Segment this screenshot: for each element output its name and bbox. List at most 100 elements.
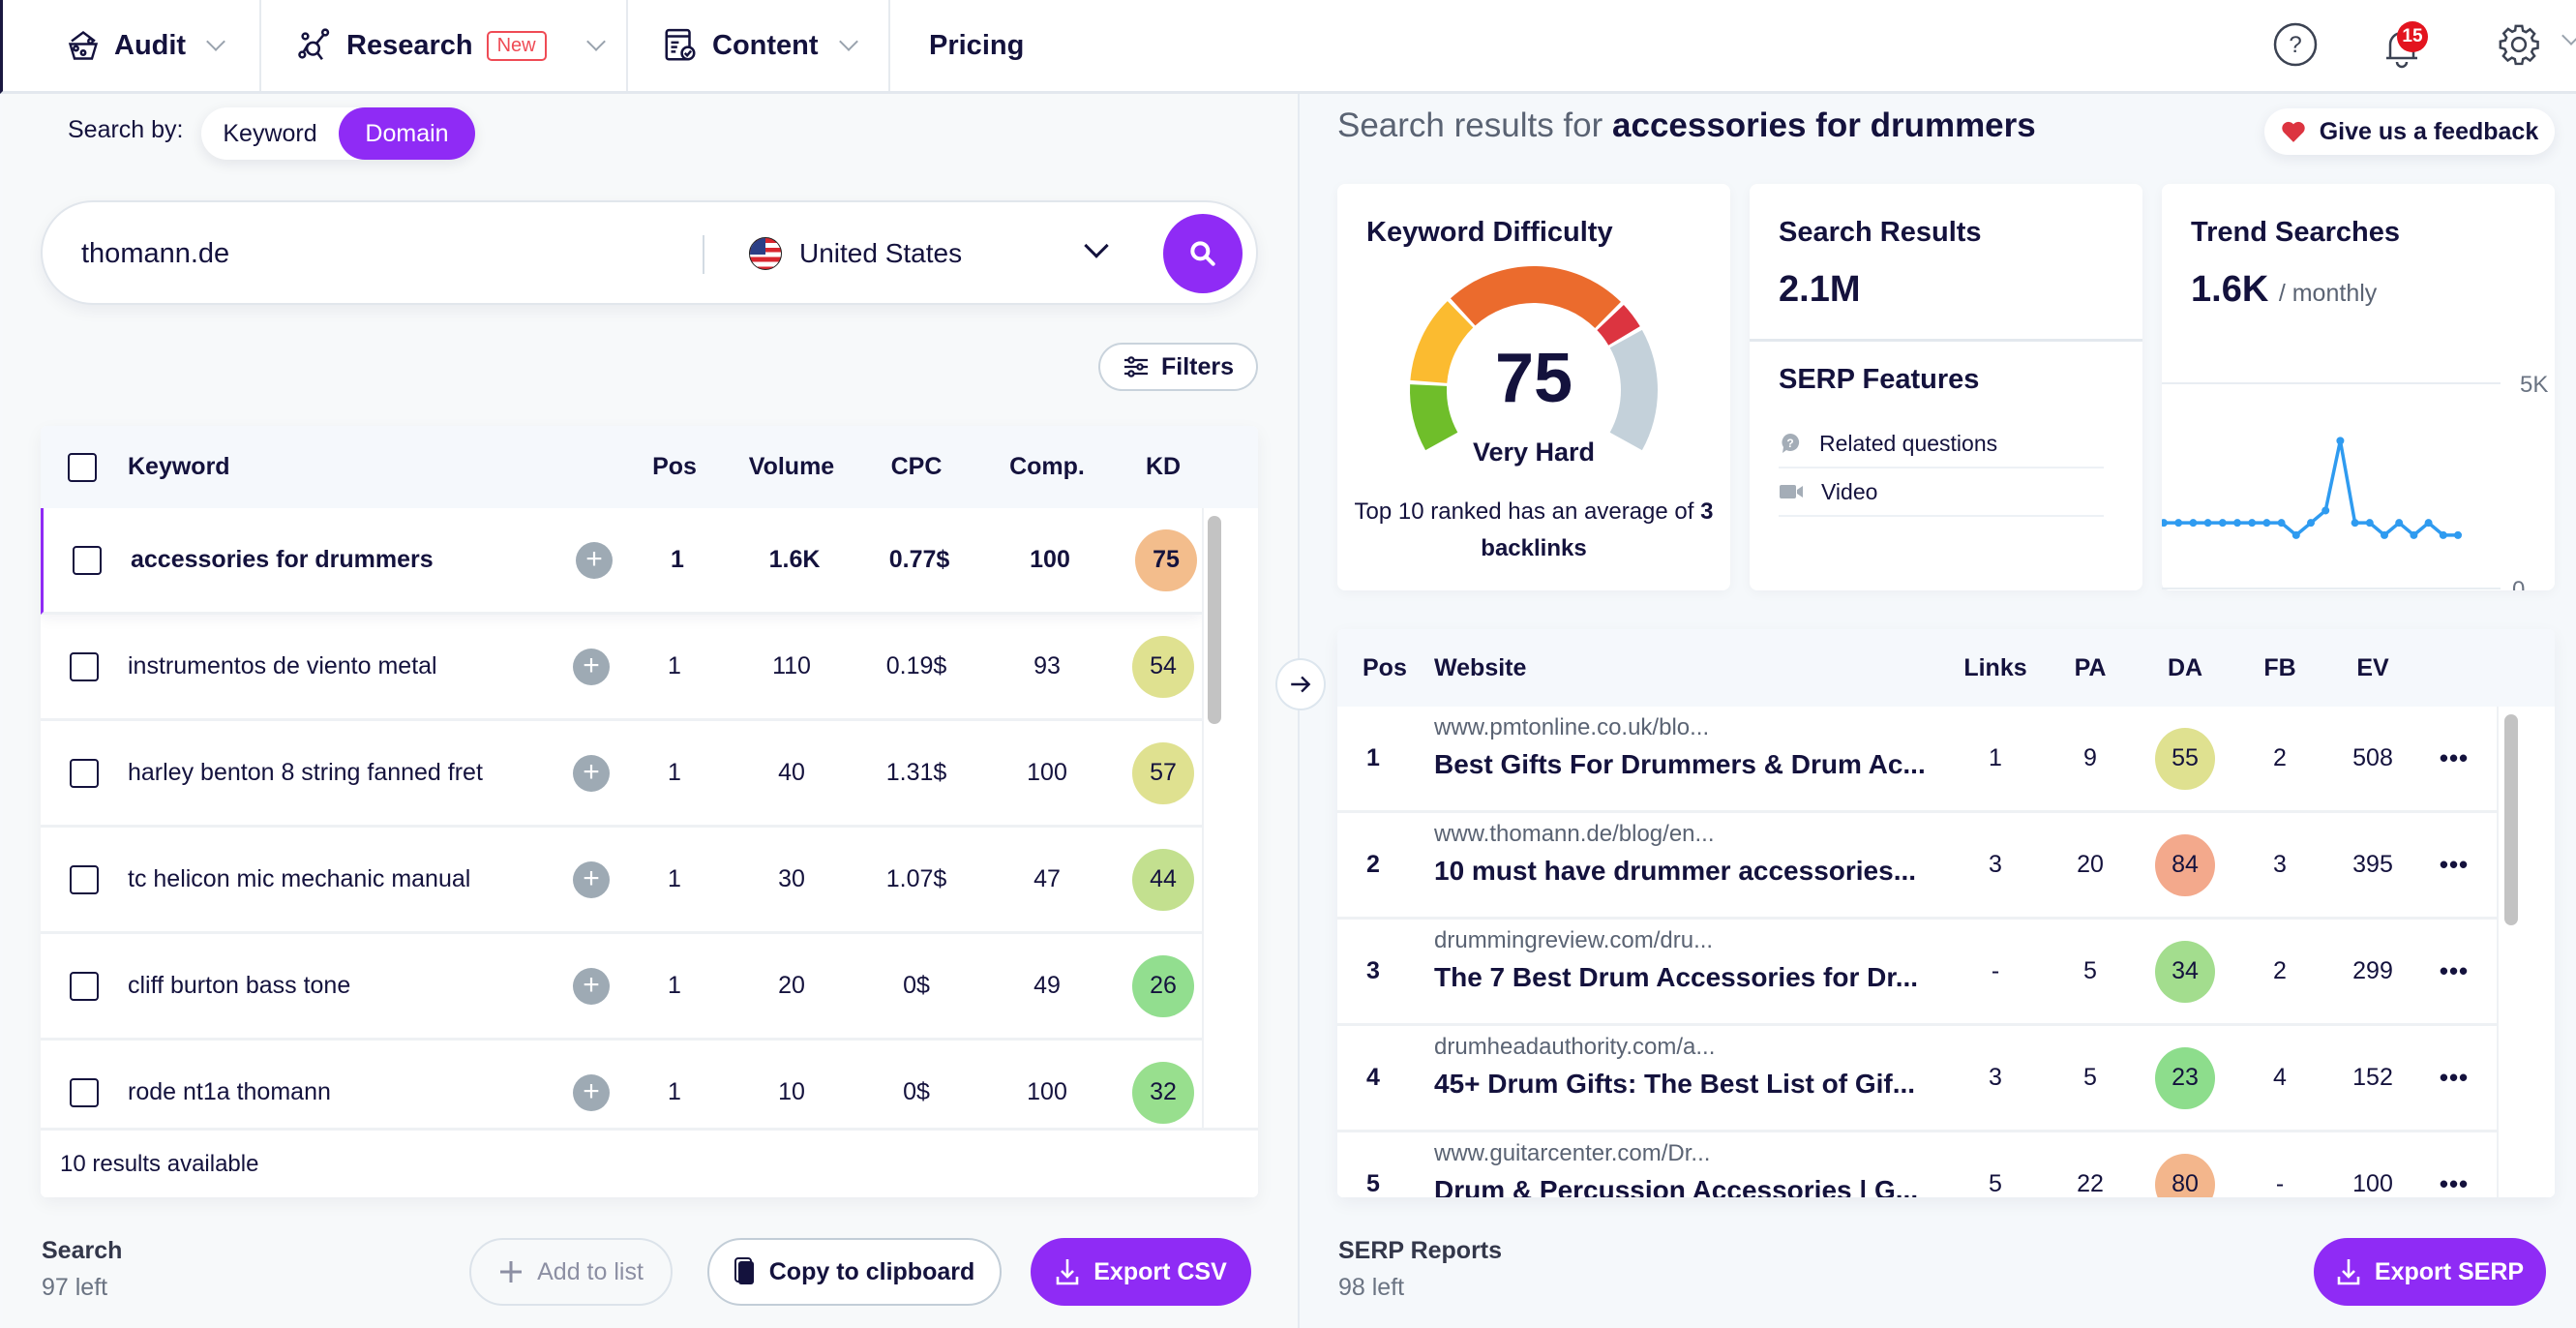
copy-to-clipboard-button[interactable]: Copy to clipboard [707, 1238, 1002, 1306]
trend-point [2203, 519, 2212, 528]
nav-research[interactable]: Research New [296, 0, 606, 91]
serp-title-link[interactable]: Best Gifts For Drummers & Drum Ac... [1434, 749, 1937, 780]
table-header: Keyword Pos Volume CPC Comp. KD [41, 426, 1258, 508]
row-checkbox[interactable] [73, 545, 102, 575]
export-csv-button[interactable]: Export CSV [1031, 1238, 1251, 1306]
nav-content[interactable]: Content [662, 0, 858, 91]
left-action-bar: Search 97 left Add to list Copy to clipb… [3, 1222, 1298, 1328]
filters-button[interactable]: Filters [1098, 343, 1258, 391]
serp-row[interactable]: 3 drummingreview.com/dru... The 7 Best D… [1337, 920, 2497, 1026]
domain-search-input[interactable] [81, 229, 701, 278]
column-pos[interactable]: Pos [631, 426, 718, 508]
serp-title-link[interactable]: The 7 Best Drum Accessories for Dr... [1434, 962, 1937, 993]
search-button[interactable] [1163, 214, 1243, 293]
feedback-button[interactable]: Give us a feedback [2264, 108, 2555, 155]
column-kd[interactable]: KD [1124, 426, 1202, 508]
nav-pricing-label: Pricing [929, 29, 1025, 61]
table-row[interactable]: accessories for drummers + 1 1.6K 0.77$ … [41, 508, 1202, 615]
add-keyword-button[interactable]: + [573, 1074, 610, 1111]
row-checkbox[interactable] [70, 651, 99, 681]
add-keyword-button[interactable]: + [573, 755, 610, 792]
serp-title-link[interactable]: 10 must have drummer accessories... [1434, 856, 1937, 887]
table-row[interactable]: tc helicon mic mechanic manual + 1 30 1.… [41, 828, 1202, 934]
search-mode-domain[interactable]: Domain [339, 107, 475, 160]
add-to-list-label: Add to list [537, 1257, 644, 1285]
heart-icon [2282, 121, 2305, 142]
keywords-scrollbar-thumb[interactable] [1208, 516, 1221, 724]
nav-pricing[interactable]: Pricing [929, 0, 1024, 91]
pos-cell: 1 [668, 972, 681, 999]
add-keyword-button[interactable]: + [576, 542, 613, 579]
table-row[interactable]: rode nt1a thomann + 1 10 0$ 100 32 [41, 1041, 1202, 1128]
column-keyword[interactable]: Keyword [128, 426, 230, 508]
y-tick-label: 5K [2520, 372, 2548, 398]
trend-point [2291, 530, 2300, 539]
nav-divider [888, 0, 890, 91]
table-row[interactable]: instrumentos de viento metal + 1 110 0.1… [41, 615, 1202, 721]
serp-pos-cell: 4 [1366, 1064, 1380, 1091]
serp-url[interactable]: www.pmtonline.co.uk/blo... [1434, 714, 1709, 741]
gear-icon[interactable] [2497, 21, 2541, 68]
serp-scrollbar-thumb[interactable] [2504, 714, 2518, 925]
serp-row[interactable]: 2 www.thomann.de/blog/en... 10 must have… [1337, 813, 2497, 920]
nav-audit[interactable]: Audit [66, 0, 225, 91]
more-options-button[interactable]: ••• [2425, 1026, 2483, 1130]
serp-url[interactable]: drumheadauthority.com/a... [1434, 1034, 1715, 1061]
trend-point [2174, 519, 2183, 528]
right-action-bar: SERP Reports 98 left Export SERP [1300, 1222, 2576, 1328]
trend-point [2262, 519, 2271, 528]
serp-row[interactable]: 4 drumheadauthority.com/a... 45+ Drum Gi… [1337, 1026, 2497, 1132]
collapse-panel-button[interactable] [1275, 658, 1326, 710]
serp-row[interactable]: 5 www.guitarcenter.com/Dr... Drum & Perc… [1337, 1132, 2497, 1197]
add-keyword-button[interactable]: + [573, 861, 610, 898]
row-checkbox[interactable] [70, 971, 99, 1001]
add-keyword-button[interactable]: + [573, 649, 610, 685]
da-badge: 55 [2155, 727, 2215, 790]
kd-backlinks-note: Top 10 ranked has an average of 3 backli… [1347, 494, 1721, 567]
ev-cell: 299 [2352, 957, 2393, 984]
keyword-cell[interactable]: instrumentos de viento metal [128, 615, 554, 718]
keyword-cell[interactable]: harley benton 8 string fanned fret [128, 721, 554, 825]
links-cell: - [1991, 957, 2000, 984]
column-volume[interactable]: Volume [734, 426, 850, 508]
export-serp-button[interactable]: Export SERP [2314, 1238, 2546, 1306]
add-keyword-button[interactable]: + [573, 968, 610, 1005]
column-cpc[interactable]: CPC [863, 426, 970, 508]
serp-url[interactable]: www.guitarcenter.com/Dr... [1434, 1140, 1710, 1167]
country-select[interactable]: United States [749, 227, 962, 280]
select-all-checkbox[interactable] [68, 452, 97, 482]
content-icon [665, 28, 696, 61]
search-mode-keyword[interactable]: Keyword [201, 107, 339, 160]
column-ev: EV [2356, 653, 2389, 681]
keyword-difficulty-card: Keyword Difficulty 75 Very Hard Top 10 r… [1337, 184, 1730, 590]
serp-row[interactable]: 1 www.pmtonline.co.uk/blo... Best Gifts … [1337, 707, 2497, 813]
more-options-button[interactable]: ••• [2425, 1132, 2483, 1197]
keyword-cell[interactable]: accessories for drummers [131, 508, 556, 612]
serp-url[interactable]: drummingreview.com/dru... [1434, 927, 1713, 954]
table-row[interactable]: cliff burton bass tone + 1 20 0$ 49 26 [41, 934, 1202, 1041]
table-row[interactable]: harley benton 8 string fanned fret + 1 4… [41, 721, 1202, 828]
keyword-cell[interactable]: rode nt1a thomann [128, 1041, 554, 1128]
add-to-list-button[interactable]: Add to list [469, 1238, 673, 1306]
row-checkbox[interactable] [70, 864, 99, 894]
da-badge: 34 [2155, 940, 2215, 1003]
column-comp[interactable]: Comp. [989, 426, 1105, 508]
row-checkbox[interactable] [70, 1077, 99, 1107]
more-options-button[interactable]: ••• [2425, 813, 2483, 917]
more-options-button[interactable]: ••• [2425, 707, 2483, 810]
serp-url[interactable]: www.thomann.de/blog/en... [1434, 821, 1715, 848]
results-heading-prefix: Search results for [1337, 106, 1603, 144]
trend-point [2321, 506, 2330, 515]
keyword-cell[interactable]: cliff burton bass tone [128, 934, 554, 1038]
ev-cell: 508 [2352, 744, 2393, 771]
row-checkbox[interactable] [70, 758, 99, 788]
more-options-button[interactable]: ••• [2425, 920, 2483, 1023]
comp-cell: 49 [1033, 972, 1061, 999]
help-icon[interactable]: ? [2272, 21, 2319, 68]
serp-title-link[interactable]: Drum & Percussion Accessories | G... [1434, 1175, 1937, 1197]
trend-point [2218, 519, 2227, 528]
kd-difficulty-label: Very Hard [1472, 438, 1596, 467]
chevron-down-icon[interactable] [1084, 233, 1109, 258]
serp-title-link[interactable]: 45+ Drum Gifts: The Best List of Gif... [1434, 1069, 1937, 1100]
keyword-cell[interactable]: tc helicon mic mechanic manual [128, 828, 554, 931]
